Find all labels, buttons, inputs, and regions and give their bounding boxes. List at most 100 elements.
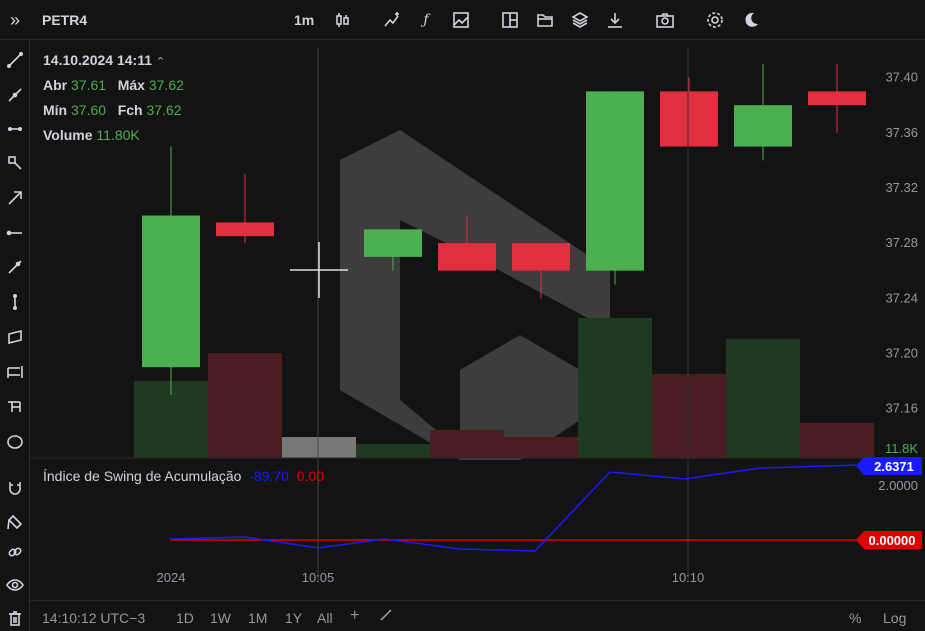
magnet-icon[interactable]: [3, 476, 27, 500]
layers-icon[interactable]: [570, 8, 590, 32]
indicator-legend[interactable]: Índice de Swing de Acumulação -89.70 0.0…: [43, 468, 324, 484]
download-icon[interactable]: [605, 8, 625, 32]
candle-body: [586, 91, 644, 271]
candle-body: [734, 105, 792, 147]
chevron-up-icon[interactable]: ⌃: [156, 56, 165, 68]
time-tick: 2024: [157, 570, 186, 585]
eye-icon[interactable]: [3, 573, 27, 597]
circle-icon[interactable]: [3, 430, 27, 454]
legend-datetime[interactable]: 14.10.2024 14:11 ⌃: [43, 52, 165, 68]
legend-volume: Volume 11.80K: [43, 127, 140, 143]
trend-line-icon[interactable]: [3, 48, 27, 72]
volume-bar: [726, 339, 800, 458]
open-label: Abr: [43, 77, 68, 93]
parallelogram-icon[interactable]: [3, 325, 27, 349]
asi-axis-label: 2.0000: [878, 478, 918, 493]
time-axis[interactable]: 2024 10:05 10:10: [157, 570, 705, 585]
range-1y[interactable]: 1Y: [285, 610, 302, 626]
open-value: 37.61: [71, 77, 107, 93]
price-tick: 37.40: [885, 70, 918, 85]
low-label: Mín: [43, 102, 68, 118]
volume-bar: [504, 437, 578, 458]
price-tick: 37.24: [885, 290, 918, 305]
volume-bar: [578, 318, 652, 458]
camera-icon[interactable]: [654, 8, 676, 32]
indicator-value-1: -89.70: [249, 468, 289, 484]
volume-value: 11.80K: [96, 127, 140, 143]
close-value: 37.62: [146, 102, 182, 118]
trash-icon[interactable]: [3, 606, 27, 630]
volume-bar: [652, 374, 726, 458]
pencil-icon[interactable]: [379, 608, 393, 625]
layout-icon[interactable]: [500, 8, 520, 32]
link-icon[interactable]: [3, 540, 27, 564]
function-icon[interactable]: ƒ: [418, 8, 434, 32]
candle-body: [216, 222, 274, 237]
indicator-name: Índice de Swing de Acumulação: [43, 468, 242, 484]
timezone-clock[interactable]: 14:10:12 UTC−3: [42, 610, 145, 626]
horizontal-line-icon[interactable]: [3, 117, 27, 141]
indicator-icon[interactable]: [382, 8, 402, 32]
range-1m[interactable]: 1M: [248, 610, 267, 626]
high-value: 37.62: [148, 77, 184, 93]
brush-icon[interactable]: [3, 510, 27, 534]
chart-canvas[interactable]: 2.6371 0.00000 2.0000 2024 10:05 10:10 3…: [30, 40, 925, 600]
time-tick: 10:05: [302, 570, 335, 585]
volume-bar: [800, 423, 874, 458]
candles-icon[interactable]: [332, 8, 352, 32]
moon-icon[interactable]: [741, 8, 761, 32]
candle-body: [808, 91, 866, 106]
range-1w[interactable]: 1W: [210, 610, 231, 626]
price-tick: 37.16: [885, 401, 918, 416]
watermark-logo: [340, 130, 610, 460]
price-tick: 37.20: [885, 345, 918, 360]
volume-bar: [356, 444, 430, 458]
volume-axis-label: 11.8K: [885, 441, 918, 456]
range-1d[interactable]: 1D: [176, 610, 194, 626]
zero-value-label: 0.00000: [869, 533, 916, 548]
time-tick: 10:10: [672, 570, 705, 585]
volume-bar: [208, 353, 282, 458]
candle-body: [142, 215, 200, 368]
arrow-icon[interactable]: [3, 186, 27, 210]
bottom-toolbar: 14:10:12 UTC−3 1D 1W 1M 1Y All + % Log: [30, 600, 925, 631]
high-label: Máx: [117, 77, 145, 93]
datetime-text: 14.10.2024 14:11: [43, 52, 152, 68]
indicator-value-2: 0.00: [296, 468, 324, 484]
drawing-toolbar: [0, 40, 30, 631]
candle-body: [512, 243, 570, 271]
gear-icon[interactable]: [705, 8, 725, 32]
candle-body: [438, 243, 496, 271]
pitchfork-icon[interactable]: [3, 360, 27, 384]
range-all[interactable]: All: [317, 610, 333, 626]
image-icon[interactable]: [451, 8, 471, 32]
candle-body: [660, 91, 718, 147]
ray-icon[interactable]: [3, 83, 27, 107]
legend-ohlc-2: Mín 37.60 Fch 37.62: [43, 102, 182, 118]
low-value: 37.60: [71, 102, 107, 118]
asi-last-value: 2.6371: [874, 459, 914, 474]
price-tick: 37.36: [885, 125, 918, 140]
fib-icon[interactable]: [3, 151, 27, 175]
price-tick: 37.32: [885, 180, 918, 195]
add-range-icon[interactable]: +: [350, 607, 359, 625]
close-label: Fch: [117, 102, 143, 118]
price-tick: 37.28: [885, 235, 918, 250]
interval-button[interactable]: 1m: [294, 8, 314, 32]
candle-body: [364, 229, 422, 257]
menu-toggle-icon[interactable]: »: [0, 8, 30, 32]
gann-icon[interactable]: [3, 395, 27, 419]
percent-toggle[interactable]: %: [849, 610, 861, 626]
price-axis[interactable]: 37.40 37.36 37.32 37.28 37.24 37.20 37.16: [885, 70, 918, 416]
volume-bar: [282, 437, 356, 458]
log-toggle[interactable]: Log: [883, 610, 906, 626]
horizontal-ray-icon[interactable]: [3, 221, 27, 245]
volume-label: Volume: [43, 127, 93, 143]
symbol-label[interactable]: PETR4: [42, 8, 87, 32]
volume-bar: [430, 430, 504, 458]
top-toolbar: » PETR4 1m ƒ: [0, 0, 925, 40]
folder-icon[interactable]: [535, 8, 555, 32]
legend-ohlc-1: Abr 37.61 Máx 37.62: [43, 77, 184, 93]
extended-line-icon[interactable]: [3, 255, 27, 279]
vertical-line-icon[interactable]: [3, 290, 27, 314]
